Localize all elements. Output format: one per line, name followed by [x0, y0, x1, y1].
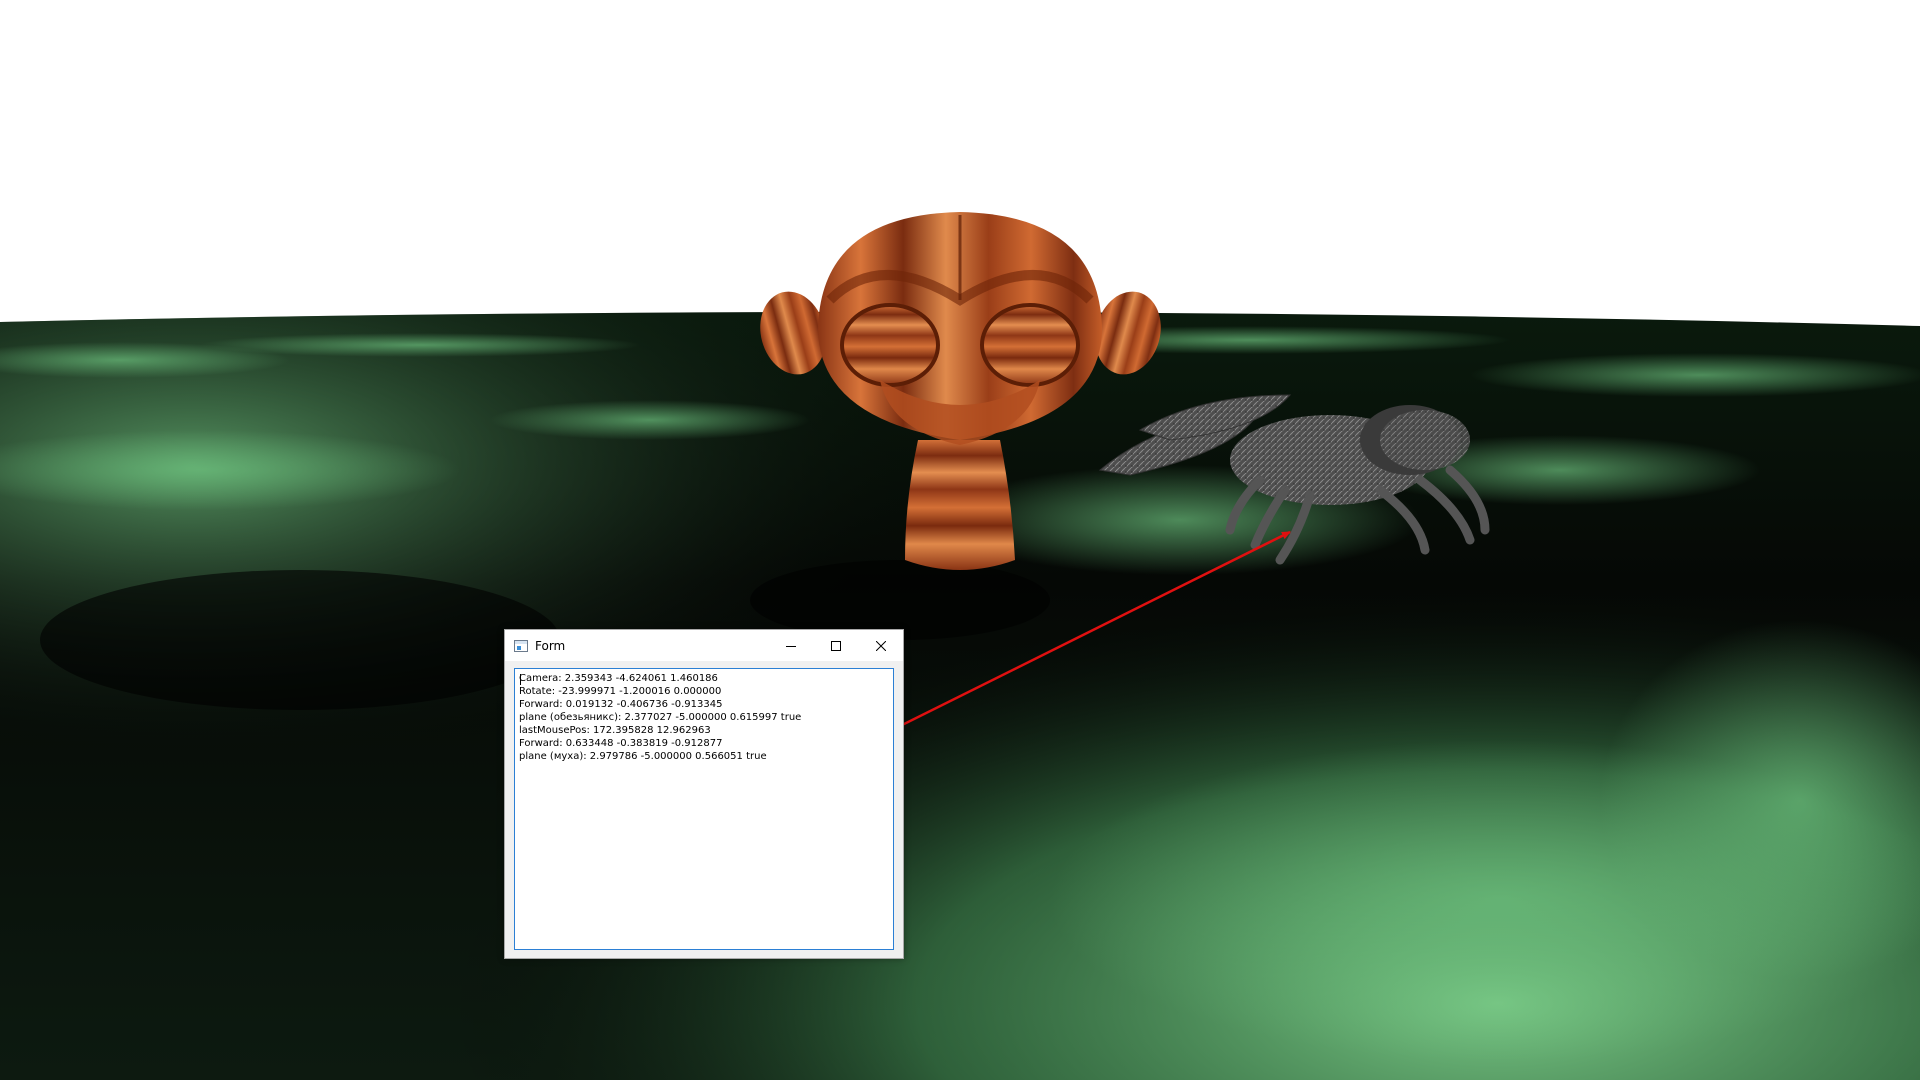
minimize-button[interactable]: [768, 630, 813, 661]
form-client-area: Camera: 2.359343 -4.624061 1.460186 Rota…: [505, 661, 903, 958]
log-line: Camera: 2.359343 -4.624061 1.460186: [519, 673, 718, 684]
viewport-3d-scene[interactable]: [0, 0, 1920, 1080]
log-line: plane (муха): 2.979786 -5.000000 0.56605…: [519, 751, 767, 762]
minimize-icon: [785, 645, 796, 647]
title-bar[interactable]: Form: [505, 630, 903, 661]
log-line: Rotate: -23.999971 -1.200016 0.000000: [519, 686, 722, 697]
log-line: lastMousePos: 172.395828 12.962963: [519, 725, 711, 736]
log-line: Forward: 0.019132 -0.406736 -0.913345: [519, 699, 723, 710]
form-window: Form Camera: 2.359343 -4.624061 1.460186…: [504, 629, 904, 959]
app-icon: [514, 639, 528, 652]
text-caret: [520, 674, 521, 685]
log-line: Forward: 0.633448 -0.383819 -0.912877: [519, 738, 723, 749]
maximize-button[interactable]: [813, 630, 858, 661]
caption-buttons: [768, 630, 903, 661]
log-line: plane (обезьяникс): 2.377027 -5.000000 0…: [519, 712, 802, 723]
maximize-icon: [830, 640, 841, 651]
window-title: Form: [535, 638, 566, 653]
close-button[interactable]: [858, 630, 903, 661]
log-textbox[interactable]: Camera: 2.359343 -4.624061 1.460186 Rota…: [514, 668, 894, 950]
close-icon: [875, 640, 886, 651]
